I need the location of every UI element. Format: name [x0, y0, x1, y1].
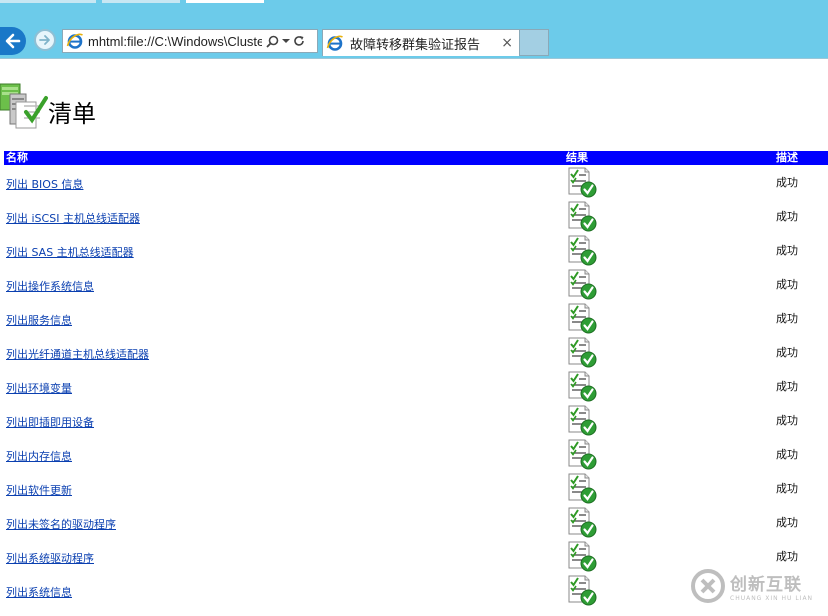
result-status: 成功 — [776, 448, 798, 461]
tab-strip-edge — [0, 0, 828, 3]
result-status: 成功 — [776, 176, 798, 189]
success-check-icon — [568, 167, 597, 198]
result-status: 成功 — [776, 380, 798, 393]
success-check-icon — [568, 269, 597, 300]
result-status: 成功 — [776, 244, 798, 257]
result-status: 成功 — [776, 550, 798, 563]
test-link[interactable]: 列出未签名的驱动程序 — [6, 518, 116, 531]
refresh-icon[interactable] — [293, 35, 305, 47]
browser-chrome: mhtml:file://C:\Windows\Cluster\Reports\… — [0, 0, 828, 59]
result-status: 成功 — [776, 414, 798, 427]
header-name: 名称 — [6, 151, 28, 164]
result-status: 成功 — [776, 278, 798, 291]
test-link[interactable]: 列出环境变量 — [6, 382, 72, 395]
table-row: 列出服务信息 成功 — [4, 301, 828, 335]
success-check-icon — [568, 541, 597, 572]
test-link[interactable]: 列出系统信息 — [6, 586, 72, 599]
result-status: 成功 — [776, 482, 798, 495]
close-icon[interactable]: × — [501, 35, 513, 51]
test-link[interactable]: 列出 SAS 主机总线适配器 — [6, 246, 134, 259]
watermark: 创新互联 CHUANG XIN HU LIAN — [690, 568, 813, 604]
test-link[interactable]: 列出光纤通道主机总线适配器 — [6, 348, 149, 361]
table-row: 列出内存信息 成功 — [4, 437, 828, 471]
tab-active[interactable]: 故障转移群集验证报告 × — [322, 29, 520, 56]
result-status: 成功 — [776, 210, 798, 223]
results-table: 名称 结果 描述 列出 BIOS 信息 成功 列出 iSCSI 主机总线适配器 — [4, 151, 828, 607]
success-check-icon — [568, 473, 597, 504]
search-icon[interactable] — [266, 35, 279, 48]
success-check-icon — [568, 439, 597, 470]
test-link[interactable]: 列出操作系统信息 — [6, 280, 94, 293]
test-link[interactable]: 列出 iSCSI 主机总线适配器 — [6, 212, 140, 225]
table-row: 列出操作系统信息 成功 — [4, 267, 828, 301]
success-check-icon — [568, 371, 597, 402]
success-check-icon — [568, 235, 597, 266]
success-check-icon — [568, 405, 597, 436]
table-body: 列出 BIOS 信息 成功 列出 iSCSI 主机总线适配器 成功 列出 SAS… — [4, 165, 828, 607]
arrow-left-icon — [5, 33, 21, 49]
checklist-server-icon — [0, 83, 48, 129]
table-row: 列出 SAS 主机总线适配器 成功 — [4, 233, 828, 267]
address-url[interactable]: mhtml:file://C:\Windows\Cluster\Reports\ — [88, 34, 262, 49]
table-row: 列出未签名的驱动程序 成功 — [4, 505, 828, 539]
success-check-icon — [568, 575, 597, 606]
header-result: 结果 — [566, 151, 588, 164]
test-link[interactable]: 列出系统驱动程序 — [6, 552, 94, 565]
result-status: 成功 — [776, 312, 798, 325]
forward-button[interactable] — [34, 29, 56, 51]
table-row: 列出光纤通道主机总线适配器 成功 — [4, 335, 828, 369]
back-button[interactable] — [0, 27, 26, 55]
header-description: 描述 — [776, 151, 798, 164]
test-link[interactable]: 列出内存信息 — [6, 450, 72, 463]
success-check-icon — [568, 337, 597, 368]
table-header: 名称 结果 描述 — [4, 151, 828, 165]
ie-logo-icon — [66, 33, 83, 49]
table-row: 列出 iSCSI 主机总线适配器 成功 — [4, 199, 828, 233]
arrow-right-icon — [39, 35, 50, 45]
success-check-icon — [568, 303, 597, 334]
address-bar[interactable]: mhtml:file://C:\Windows\Cluster\Reports\ — [62, 29, 318, 53]
page-heading: 清单 — [0, 78, 96, 130]
test-link[interactable]: 列出 BIOS 信息 — [6, 178, 83, 191]
ie-logo-icon — [326, 35, 343, 51]
chevron-down-icon[interactable] — [282, 37, 290, 45]
test-link[interactable]: 列出即插即用设备 — [6, 416, 94, 429]
table-row: 列出即插即用设备 成功 — [4, 403, 828, 437]
watermark-logo-icon — [691, 569, 725, 603]
table-row: 列出软件更新 成功 — [4, 471, 828, 505]
watermark-text: 创新互联 — [730, 575, 802, 595]
result-status: 成功 — [776, 516, 798, 529]
success-check-icon — [568, 201, 597, 232]
success-check-icon — [568, 507, 597, 538]
table-row: 列出环境变量 成功 — [4, 369, 828, 403]
page-title: 清单 — [48, 100, 96, 128]
tab-title: 故障转移群集验证报告 — [350, 36, 481, 52]
result-status: 成功 — [776, 346, 798, 359]
test-link[interactable]: 列出服务信息 — [6, 314, 72, 327]
table-row: 列出 BIOS 信息 成功 — [4, 165, 828, 199]
test-link[interactable]: 列出软件更新 — [6, 484, 72, 497]
new-tab-button[interactable] — [520, 29, 549, 56]
watermark-subtext: CHUANG XIN HU LIAN — [730, 595, 814, 602]
